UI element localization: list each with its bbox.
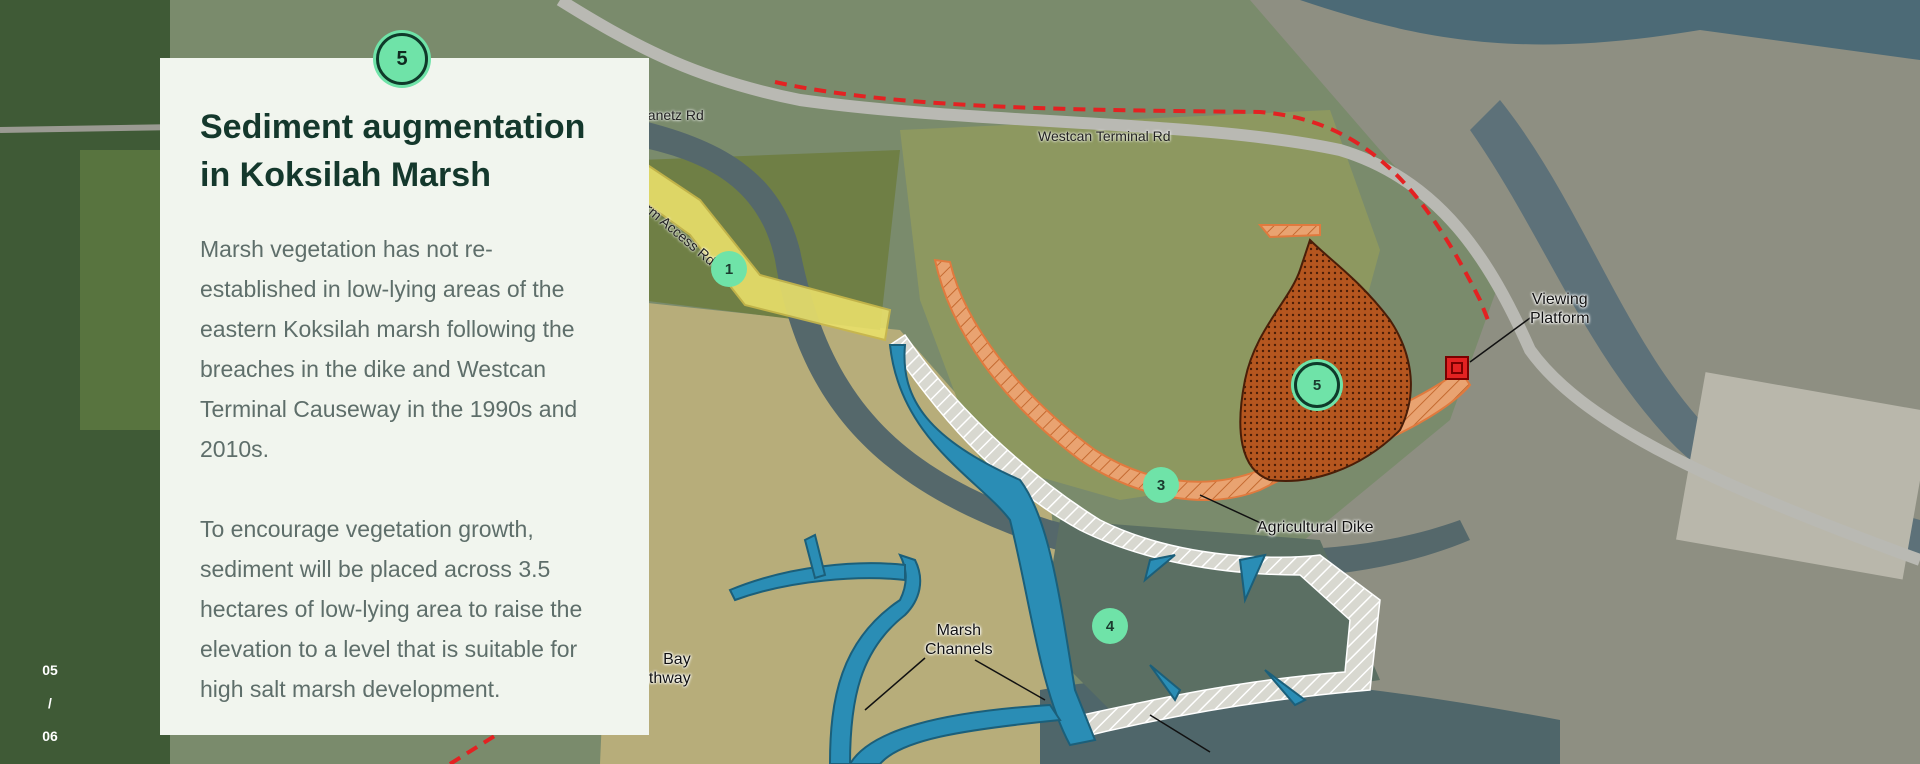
pager-current: 05	[42, 662, 58, 678]
road-label-westcan: Westcan Terminal Rd	[1038, 128, 1171, 144]
marker-5-active[interactable]: 5	[1294, 362, 1340, 408]
slide-pager[interactable]: 05 / 06	[28, 654, 72, 754]
marker-3[interactable]: 3	[1143, 467, 1179, 503]
pager-total: 06	[42, 728, 58, 744]
panel-paragraph-2: To encourage vegetation growth, sediment…	[200, 516, 583, 702]
viewing-platform-marker	[1445, 356, 1469, 380]
pager-separator: /	[48, 695, 52, 711]
label-marsh-channels: Marsh Channels	[925, 622, 993, 658]
label-agricultural-dike: Agricultural Dike	[1257, 519, 1374, 536]
panel-paragraph-1: Marsh vegetation has not re-established …	[200, 236, 578, 462]
marker-4[interactable]: 4	[1092, 608, 1128, 644]
panel-step-badge: 5	[376, 33, 428, 85]
marker-1[interactable]: 1	[711, 251, 747, 287]
panel-title: Sediment augmentation in Koksilah Marsh	[200, 108, 586, 194]
label-viewing-platform: Viewing Platform	[1530, 291, 1590, 327]
road-label-partial: nanetz Rd	[640, 107, 704, 123]
story-panel: Sediment augmentation in Koksilah Marsh …	[160, 58, 649, 735]
